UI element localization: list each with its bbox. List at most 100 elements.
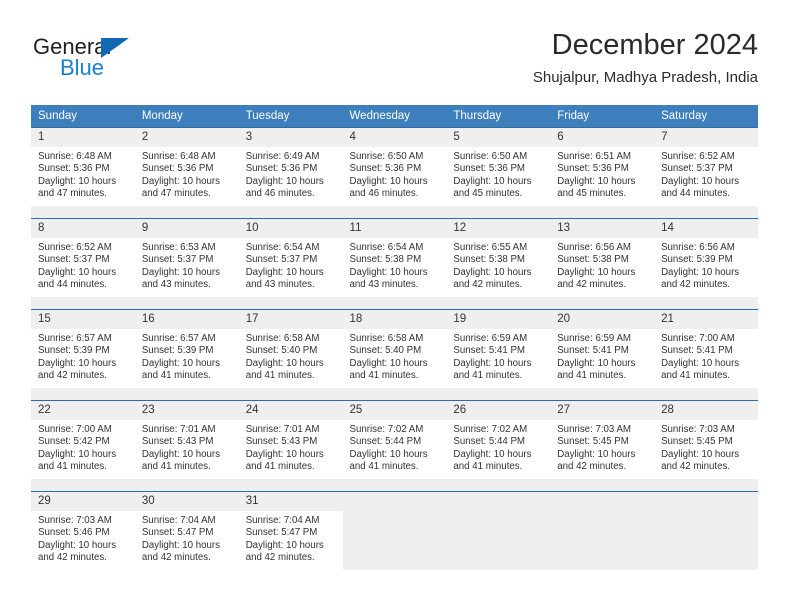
day-number: 5 [446,128,551,147]
calendar-day-cell[interactable]: 28 Sunrise: 7:03 AM Sunset: 5:45 PM Dayligh… [654,400,758,479]
sunset-text: Sunset: 5:44 PM [453,436,525,448]
sunset-text: Sunset: 5:42 PM [38,436,110,448]
day-sun-info: Sunrise: 7:04 AM Sunset: 5:47 PM Daylight:… [135,511,239,565]
daylight-text-line2: and 41 minutes. [38,461,107,473]
sunrise-text: Sunrise: 7:03 AM [661,424,735,435]
sunset-text: Sunset: 5:37 PM [661,163,733,175]
calendar-day-cell[interactable]: 8 Sunrise: 6:52 AM Sunset: 5:37 PM Daylight… [31,218,135,297]
sunrise-text: Sunrise: 6:53 AM [141,242,216,253]
calendar-day-cell[interactable]: 27 Sunrise: 7:03 AM Sunset: 5:45 PM Dayligh… [550,400,655,479]
calendar-day-cell[interactable]: 9 Sunrise: 6:53 AM Sunset: 5:37 PM Daylight… [134,218,239,297]
calendar-day-cell[interactable]: 12 Sunrise: 6:55 AM Sunset: 5:38 PM Dayligh… [446,218,551,297]
calendar-day-cell[interactable]: 11 Sunrise: 6:54 AM Sunset: 5:38 PM Dayligh… [342,218,447,297]
sunset-text: Sunset: 5:36 PM [38,163,110,175]
calendar-cell-empty [654,491,758,570]
weekday-header-sunday: Sunday [31,105,135,128]
calendar-day-cell[interactable]: 6 Sunrise: 6:51 AM Sunset: 5:36 PM Daylight… [550,127,655,206]
calendar-day-cell[interactable]: 7 Sunrise: 6:52 AM Sunset: 5:37 PM Daylight… [654,127,758,206]
calendar-day-cell[interactable]: 3 Sunrise: 6:49 AM Sunset: 5:36 PM Daylight… [238,127,343,206]
calendar-day-cell[interactable]: 20 Sunrise: 6:59 AM Sunset: 5:41 PM Dayligh… [550,309,655,388]
calendar-day-cell[interactable]: 4 Sunrise: 6:50 AM Sunset: 5:36 PM Daylight… [342,127,447,206]
sunset-text: Sunset: 5:44 PM [349,436,422,448]
weekday-header-saturday: Saturday [654,105,758,128]
day-number: 21 [654,310,758,329]
daylight-text-line1: Daylight: 10 hours [245,539,324,551]
calendar-day-cell[interactable]: 15 Sunrise: 6:57 AM Sunset: 5:39 PM Dayligh… [31,309,135,388]
calendar-day-cell[interactable]: 17 Sunrise: 6:58 AM Sunset: 5:40 PM Dayligh… [238,309,343,388]
daylight-text-line1: Daylight: 10 hours [557,175,636,187]
calendar-day-cell[interactable]: 30 Sunrise: 7:04 AM Sunset: 5:47 PM Dayligh… [134,491,239,570]
calendar-day-cell[interactable]: 19 Sunrise: 6:59 AM Sunset: 5:41 PM Dayligh… [446,309,551,388]
calendar-day-cell[interactable]: 18 Sunrise: 6:58 AM Sunset: 5:40 PM Dayligh… [342,309,447,388]
day-cell-inner: 18 Sunrise: 6:58 AM Sunset: 5:40 PM Dayligh… [342,310,447,388]
daylight-text-line2: and 42 minutes. [453,279,523,291]
day-cell-inner: 30 Sunrise: 7:04 AM Sunset: 5:47 PM Dayligh… [134,492,239,570]
calendar-header-row: Sunday Monday Tuesday Wednesday Thursday Frid… [31,105,758,128]
daylight-text-line2: and 41 minutes. [453,370,523,382]
daylight-text-line2: and 41 minutes. [557,370,627,382]
daylight-text-line2: and 41 minutes. [661,370,730,382]
day-cell-inner: 9 Sunrise: 6:53 AM Sunset: 5:37 PM Daylight… [134,219,239,297]
sunrise-text: Sunrise: 7:02 AM [349,424,424,435]
sunrise-text: Sunrise: 6:57 AM [38,333,112,344]
sunset-text: Sunset: 5:41 PM [557,345,629,357]
daylight-text-line1: Daylight: 10 hours [557,266,636,278]
day-cell-inner: 3 Sunrise: 6:49 AM Sunset: 5:36 PM Daylight… [238,128,343,206]
calendar-day-cell[interactable]: 2 Sunrise: 6:48 AM Sunset: 5:36 PM Daylight… [134,127,239,206]
sunset-text: Sunset: 5:47 PM [245,527,318,539]
sunrise-text: Sunrise: 6:59 AM [557,333,631,344]
calendar-day-cell[interactable]: 13 Sunrise: 6:56 AM Sunset: 5:38 PM Dayligh… [550,218,655,297]
calendar-day-cell[interactable]: 14 Sunrise: 6:56 AM Sunset: 5:39 PM Dayligh… [654,218,758,297]
calendar-day-cell[interactable]: 24 Sunrise: 7:01 AM Sunset: 5:43 PM Dayligh… [238,400,343,479]
day-sun-info: Sunrise: 6:57 AM Sunset: 5:39 PM Daylight:… [135,329,239,383]
day-sun-info: Sunrise: 7:00 AM Sunset: 5:42 PM Daylight:… [31,420,135,474]
day-number [550,492,655,511]
sunrise-text: Sunrise: 7:04 AM [245,515,320,526]
day-cell-inner: 14 Sunrise: 6:56 AM Sunset: 5:39 PM Dayligh… [654,219,758,297]
general-blue-logo[interactable]: General Blue [33,34,233,92]
daylight-text-line1: Daylight: 10 hours [661,448,740,460]
calendar-day-cell[interactable]: 10 Sunrise: 6:54 AM Sunset: 5:37 PM Dayligh… [238,218,343,297]
day-number: 13 [550,219,655,238]
day-cell-inner: 22 Sunrise: 7:00 AM Sunset: 5:42 PM Dayligh… [31,401,135,479]
calendar-day-cell[interactable]: 1 Sunrise: 6:48 AM Sunset: 5:36 PM Daylight… [31,127,135,206]
day-number: 7 [654,128,758,147]
calendar-day-cell[interactable]: 22 Sunrise: 7:00 AM Sunset: 5:42 PM Dayligh… [31,400,135,479]
day-number: 27 [550,401,655,420]
daylight-text-line1: Daylight: 10 hours [453,448,532,460]
day-sun-info: Sunrise: 6:52 AM Sunset: 5:37 PM Daylight:… [31,238,135,292]
sunrise-text: Sunrise: 6:58 AM [245,333,320,344]
daylight-text-line2: and 42 minutes. [141,552,211,564]
page-title: December 2024 [551,29,758,61]
daylight-text-line2: and 45 minutes. [453,188,523,200]
day-sun-info: Sunrise: 6:54 AM Sunset: 5:38 PM Daylight:… [343,238,447,292]
calendar-day-cell[interactable]: 5 Sunrise: 6:50 AM Sunset: 5:36 PM Daylight… [446,127,551,206]
sunrise-text: Sunrise: 7:00 AM [661,333,735,344]
calendar-day-cell[interactable]: 26 Sunrise: 7:02 AM Sunset: 5:44 PM Dayligh… [446,400,551,479]
daylight-text-line1: Daylight: 10 hours [349,357,428,369]
calendar-day-cell[interactable]: 29 Sunrise: 7:03 AM Sunset: 5:46 PM Dayligh… [31,491,135,570]
daylight-text-line2: and 42 minutes. [38,552,107,564]
day-sun-info: Sunrise: 6:56 AM Sunset: 5:39 PM Daylight:… [654,238,758,292]
calendar-day-cell[interactable]: 21 Sunrise: 7:00 AM Sunset: 5:41 PM Dayligh… [654,309,758,388]
day-cell-inner: 31 Sunrise: 7:04 AM Sunset: 5:47 PM Dayligh… [238,492,343,570]
sunset-text: Sunset: 5:36 PM [141,163,214,175]
day-cell-inner: 23 Sunrise: 7:01 AM Sunset: 5:43 PM Dayligh… [134,401,239,479]
calendar-day-cell[interactable]: 16 Sunrise: 6:57 AM Sunset: 5:39 PM Dayligh… [134,309,239,388]
calendar-day-cell[interactable]: 25 Sunrise: 7:02 AM Sunset: 5:44 PM Dayligh… [342,400,447,479]
day-number: 11 [342,219,447,238]
sunset-text: Sunset: 5:43 PM [141,436,214,448]
calendar-day-cell[interactable]: 23 Sunrise: 7:01 AM Sunset: 5:43 PM Dayligh… [134,400,239,479]
daylight-text-line2: and 46 minutes. [349,188,419,200]
daylight-text-line2: and 41 minutes. [349,370,419,382]
week-spacer-cell [31,206,758,219]
calendar-week-row: 15 Sunrise: 6:57 AM Sunset: 5:39 PM Dayligh… [31,309,758,388]
daylight-text-line1: Daylight: 10 hours [453,175,532,187]
daylight-text-line2: and 42 minutes. [245,552,315,564]
sunset-text: Sunset: 5:36 PM [453,163,525,175]
daylight-text-line1: Daylight: 10 hours [661,175,740,187]
day-sun-info: Sunrise: 6:50 AM Sunset: 5:36 PM Daylight:… [446,147,550,201]
day-cell-inner: 6 Sunrise: 6:51 AM Sunset: 5:36 PM Daylight… [550,128,655,206]
daylight-text-line2: and 43 minutes. [349,279,419,291]
calendar-day-cell[interactable]: 31 Sunrise: 7:04 AM Sunset: 5:47 PM Dayligh… [238,491,343,570]
